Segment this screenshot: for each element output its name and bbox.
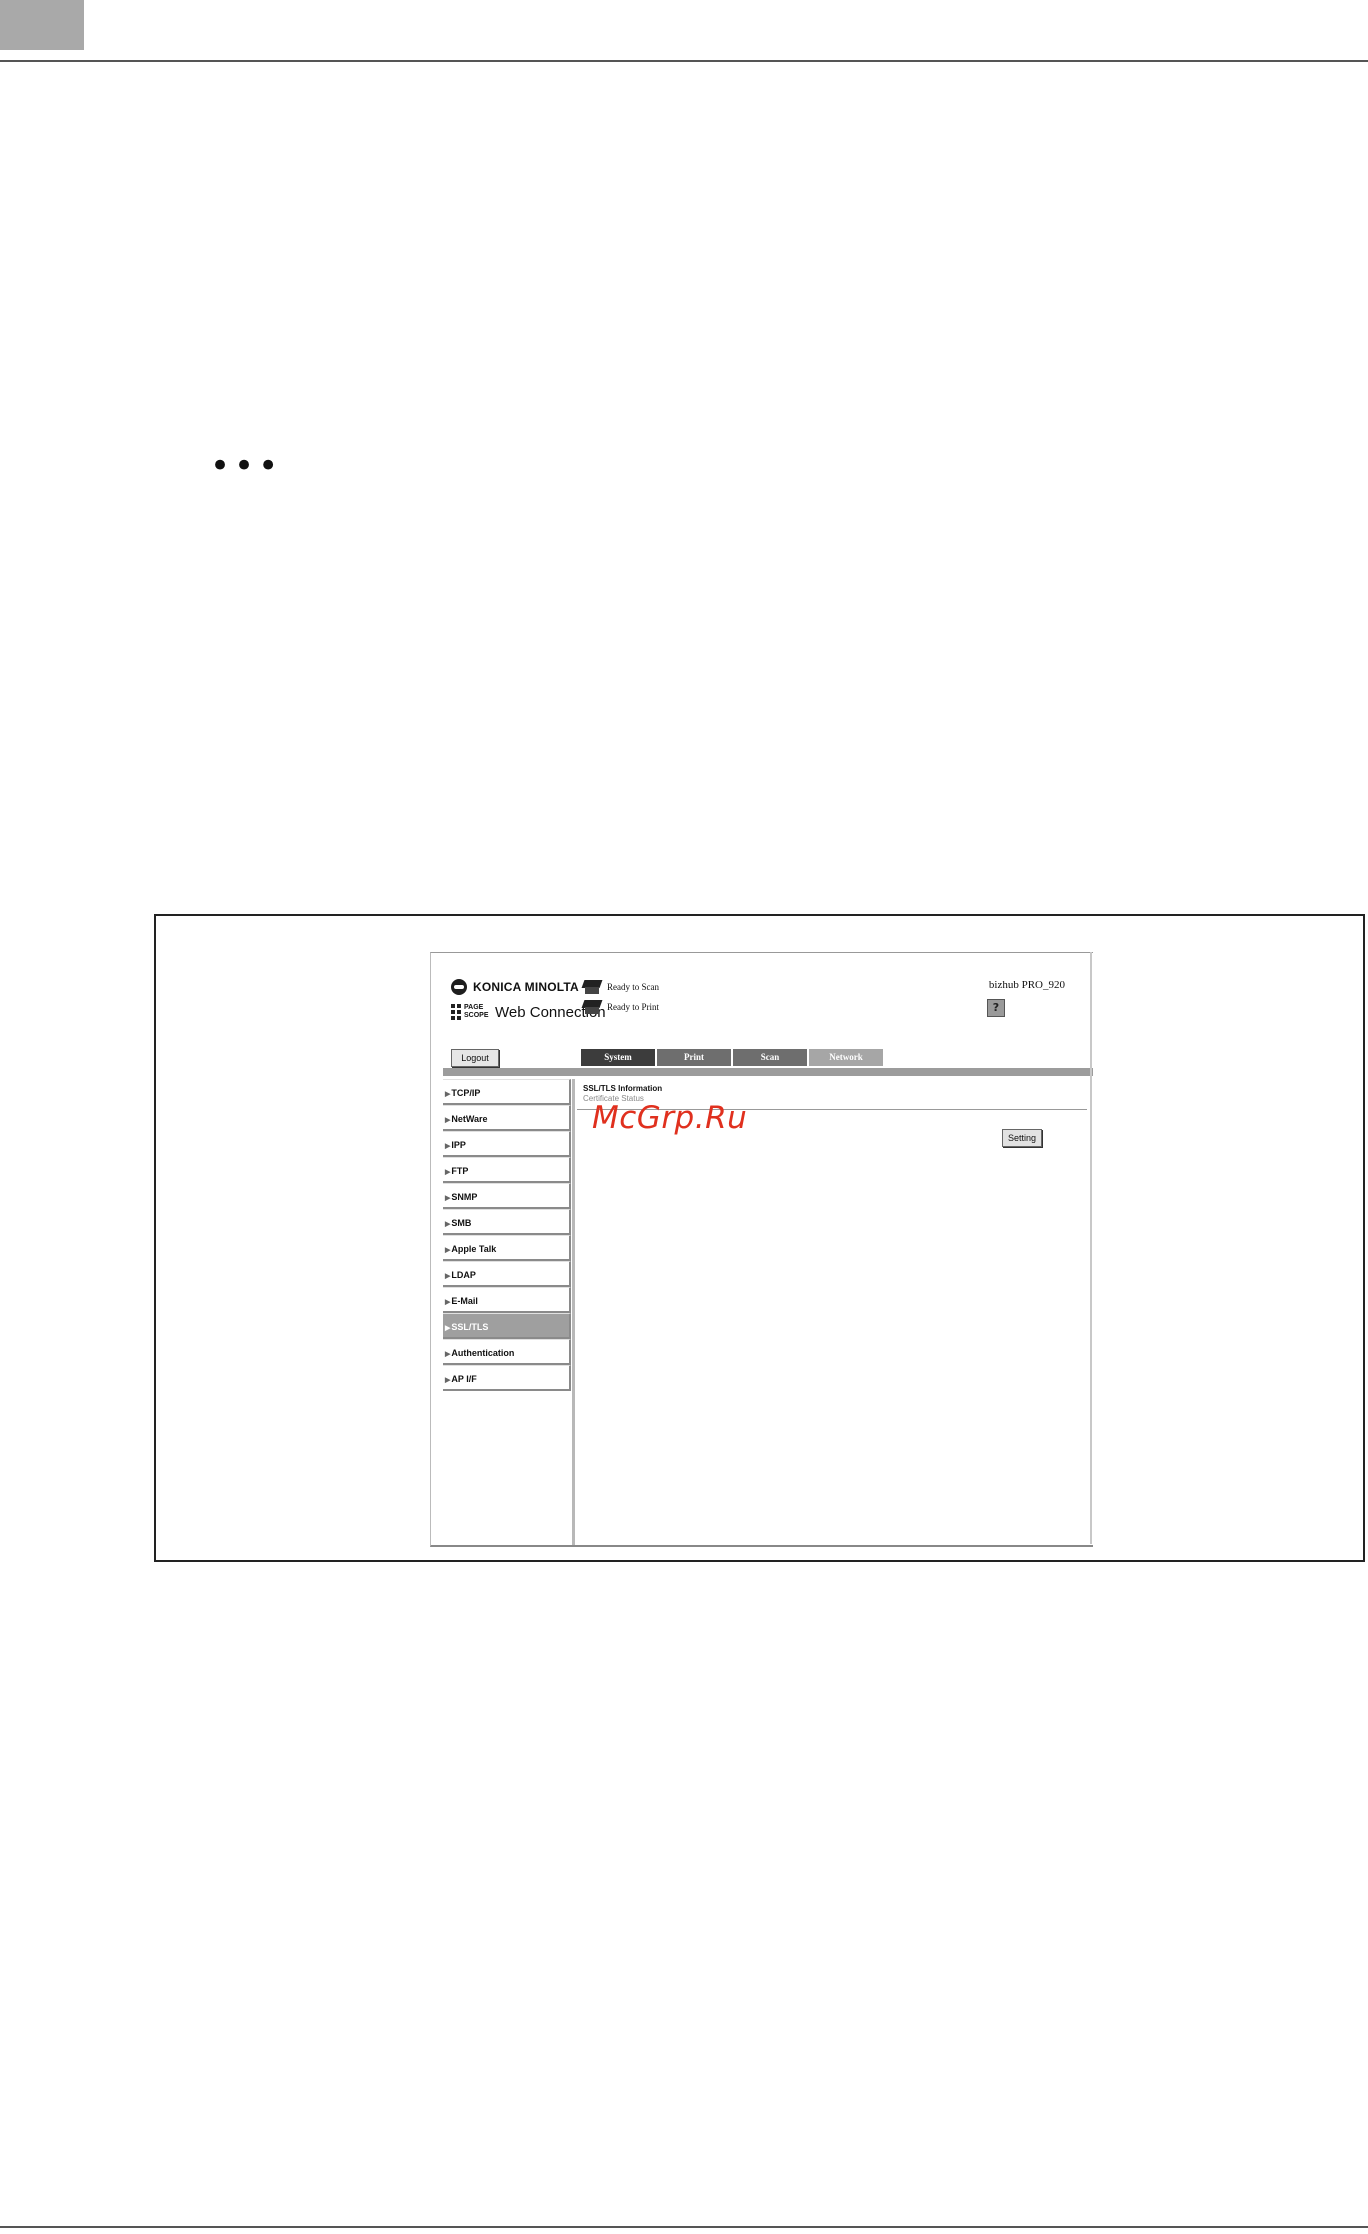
menu-item-ap-if[interactable]: ▶AP I/F (443, 1365, 571, 1391)
menu-item-ldap[interactable]: ▶LDAP (443, 1261, 571, 1287)
device-info: bizhub PRO_920 ? (987, 979, 1065, 1017)
arrow-right-icon: ▶ (445, 1377, 451, 1384)
arrow-right-icon: ▶ (445, 1325, 451, 1332)
footer-rule (0, 2226, 1368, 2228)
menu-item-authentication[interactable]: ▶Authentication (443, 1339, 571, 1365)
tab-system[interactable]: System (581, 1049, 657, 1066)
menu-item-ftp[interactable]: ▶FTP (443, 1157, 571, 1183)
menu-item-label: LDAP (451, 1270, 476, 1280)
arrow-right-icon: ▶ (445, 1299, 451, 1306)
menu-item-tcpip[interactable]: ▶TCP/IP (443, 1079, 571, 1105)
menu-item-label: Authentication (451, 1348, 515, 1358)
arrow-right-icon: ▶ (445, 1351, 451, 1358)
menu-item-label: E-Mail (451, 1296, 478, 1306)
menu-item-netware[interactable]: ▶NetWare (443, 1105, 571, 1131)
pagescope-logo-icon: PAGE SCOPE (451, 1003, 489, 1021)
menu-item-apple-talk[interactable]: ▶Apple Talk (443, 1235, 571, 1261)
menu-item-label: NetWare (451, 1114, 488, 1124)
watermark: McGrp.Ru (592, 1100, 748, 1136)
menu-item-label: IPP (451, 1140, 466, 1150)
arrow-right-icon: ▶ (445, 1143, 451, 1150)
menu-divider (572, 1079, 575, 1545)
menu-item-email[interactable]: ▶E-Mail (443, 1287, 571, 1313)
arrow-right-icon: ▶ (445, 1195, 451, 1202)
menu-item-label: FTP (451, 1166, 469, 1176)
menu-item-label: SSL/TLS (451, 1322, 489, 1332)
setting-button[interactable]: Setting (1002, 1129, 1042, 1147)
arrow-right-icon: ▶ (445, 1091, 451, 1098)
web-connection-window: KONICA MINOLTA PAGE SCOPE Web Connection… (430, 952, 1093, 1547)
arrow-right-icon: ▶ (445, 1169, 451, 1176)
arrow-right-icon: ▶ (445, 1117, 451, 1124)
menu-item-ipp[interactable]: ▶IPP (443, 1131, 571, 1157)
help-icon[interactable]: ? (987, 999, 1005, 1017)
window-right-edge (1090, 952, 1092, 1544)
side-menu: ▶TCP/IP ▶NetWare ▶IPP ▶FTP ▶SNMP ▶SMB ▶A… (443, 1079, 571, 1391)
menu-item-label: Apple Talk (451, 1244, 497, 1254)
arrow-right-icon: ▶ (445, 1247, 451, 1254)
printer-icon (581, 1000, 603, 1014)
menu-item-label: AP I/F (451, 1374, 477, 1384)
menu-item-label: TCP/IP (451, 1088, 481, 1098)
tab-scan[interactable]: Scan (733, 1049, 809, 1066)
main-tabs: System Print Scan Network (581, 1049, 885, 1066)
scanner-icon (581, 980, 603, 994)
menu-item-snmp[interactable]: ▶SNMP (443, 1183, 571, 1209)
device-status: Ready to Scan Ready to Print (581, 977, 659, 1017)
page-number-tab (0, 0, 84, 50)
logout-button[interactable]: Logout (451, 1049, 499, 1067)
arrow-right-icon: ▶ (445, 1221, 451, 1228)
tab-print[interactable]: Print (657, 1049, 733, 1066)
tab-network[interactable]: Network (809, 1049, 885, 1066)
konica-minolta-logo-icon (451, 979, 467, 995)
header-rule (0, 60, 1368, 62)
scan-status: Ready to Scan (607, 982, 659, 992)
pagescope-text: PAGE SCOPE (464, 1004, 489, 1019)
device-name: bizhub PRO_920 (988, 979, 1065, 991)
menu-item-smb[interactable]: ▶SMB (443, 1209, 571, 1235)
menu-item-label: SMB (451, 1218, 472, 1228)
tab-strip (443, 1068, 1093, 1076)
company-name: KONICA MINOLTA (473, 980, 579, 994)
content-title: SSL/TLS Information (583, 1084, 663, 1093)
print-status: Ready to Print (607, 1002, 659, 1012)
menu-item-ssl-tls[interactable]: ▶SSL/TLS (443, 1313, 571, 1339)
ellipsis-marker: ••• (210, 446, 283, 486)
arrow-right-icon: ▶ (445, 1273, 451, 1280)
menu-item-label: SNMP (451, 1192, 478, 1202)
